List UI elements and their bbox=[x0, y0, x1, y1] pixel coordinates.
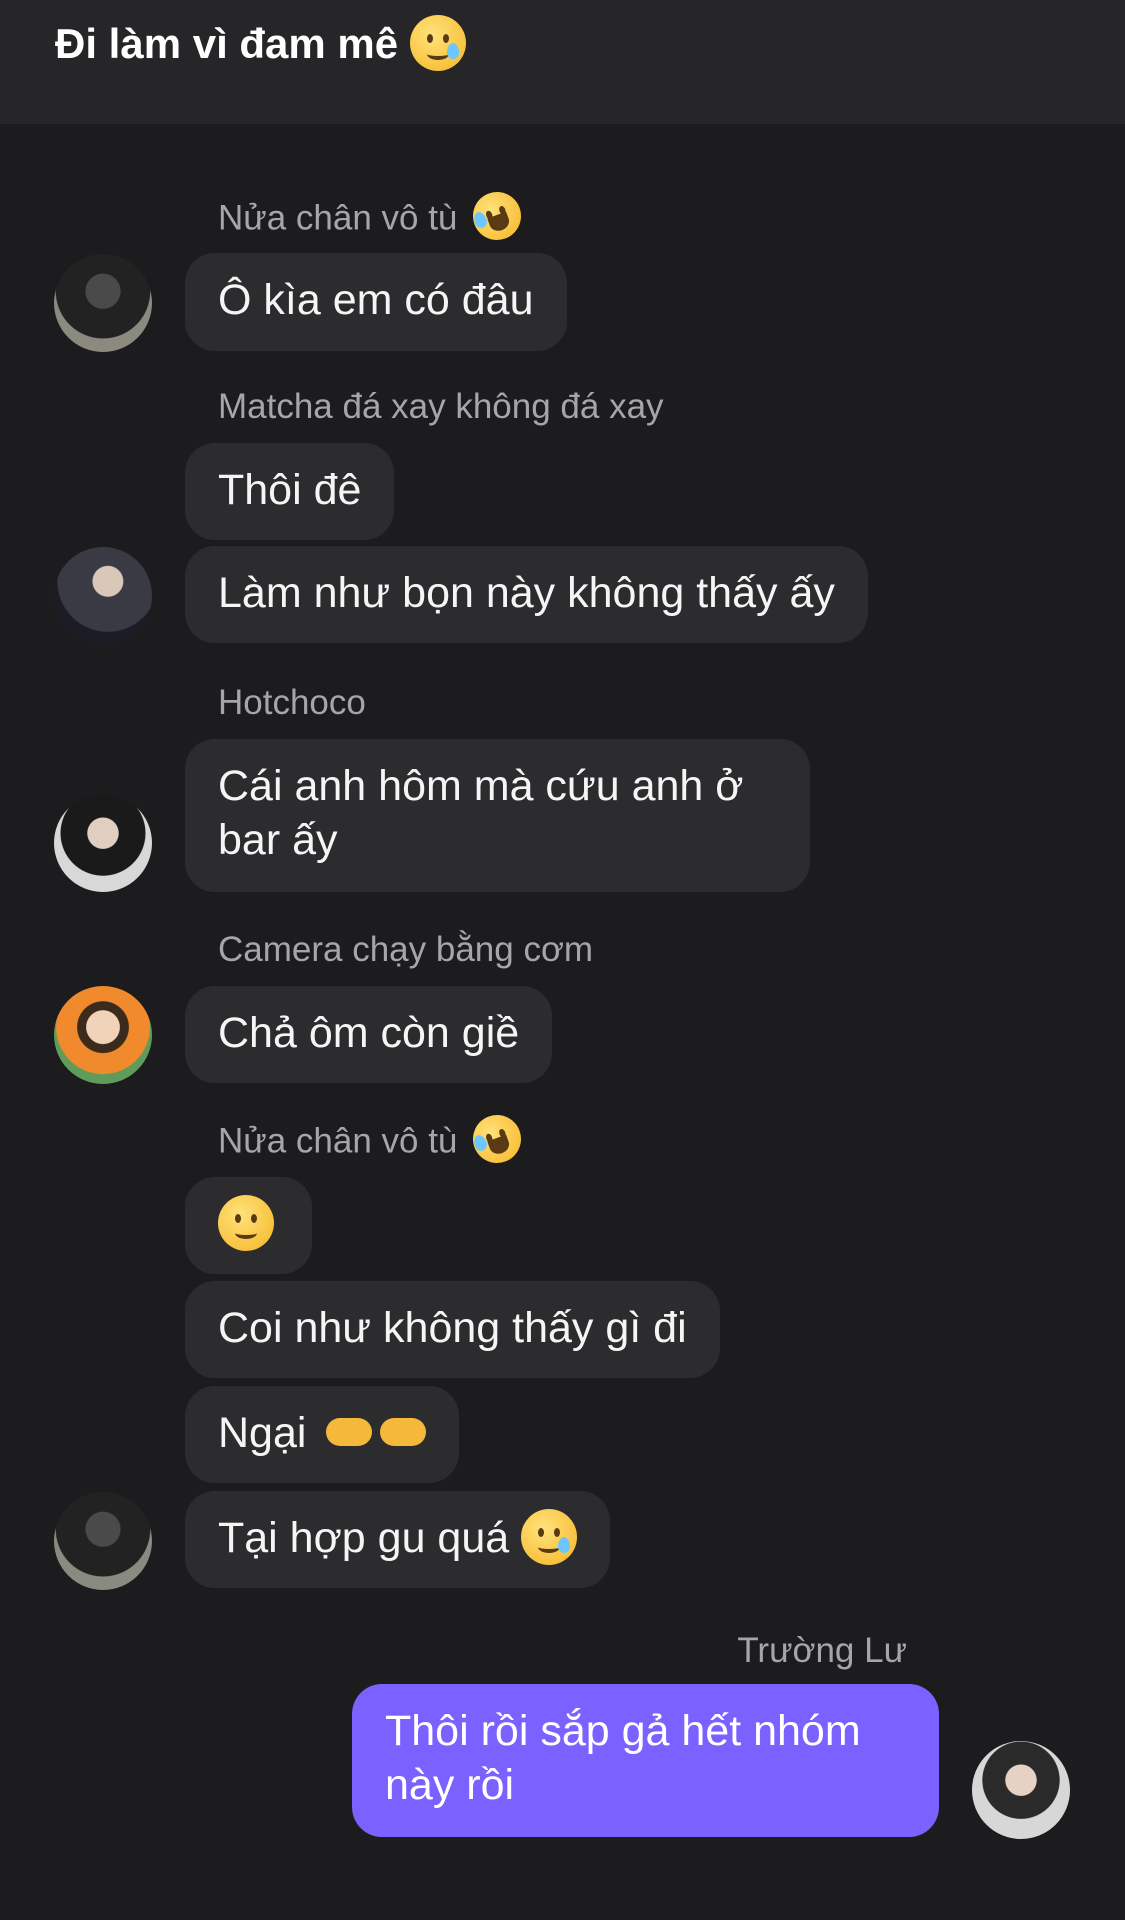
sender-name: Nửa chân vô tù bbox=[218, 1108, 528, 1170]
sender-name: Camera chạy bằng cơm bbox=[218, 930, 594, 969]
slightly-smiling-face-icon bbox=[218, 1194, 274, 1251]
message-bubble[interactable]: Làm như bọn này không thấy ấy bbox=[185, 546, 868, 643]
message-bubble[interactable]: Ô kìa em có đâu bbox=[185, 253, 567, 351]
sender-name: Trường Lư bbox=[737, 1631, 907, 1670]
rolling-on-floor-laughing-icon bbox=[466, 185, 528, 247]
avatar[interactable] bbox=[54, 547, 152, 645]
avatar[interactable] bbox=[54, 1492, 152, 1590]
message-bubble[interactable]: Thôi đê bbox=[185, 443, 395, 540]
chat-header: Đi làm vì đam mê bbox=[0, 0, 1125, 124]
message-bubble[interactable] bbox=[185, 1177, 312, 1274]
rolling-on-floor-laughing-icon bbox=[466, 1108, 528, 1170]
avatar[interactable] bbox=[54, 794, 152, 892]
index-pointing-hands-icon bbox=[318, 1409, 427, 1457]
group-title[interactable]: Đi làm vì đam mê bbox=[55, 14, 466, 75]
sender-name: Matcha đá xay không đá xay bbox=[218, 387, 664, 426]
face-holding-back-tears-icon bbox=[409, 14, 466, 71]
message-bubble[interactable]: Cái anh hôm mà cứu anh ở bar ấy bbox=[185, 739, 810, 892]
avatar[interactable] bbox=[972, 1741, 1070, 1839]
avatar[interactable] bbox=[54, 986, 152, 1084]
avatar[interactable] bbox=[54, 254, 152, 352]
message-bubble[interactable]: Tại hợp gu quá bbox=[185, 1491, 611, 1588]
message-bubble[interactable]: Coi như không thấy gì đi bbox=[185, 1281, 720, 1378]
sender-name: Nửa chân vô tù bbox=[218, 185, 528, 247]
message-bubble[interactable]: Chả ôm còn giề bbox=[185, 986, 553, 1083]
sender-name: Hotchoco bbox=[218, 683, 366, 722]
message-list[interactable]: Nửa chân vô tù Ô kìa em có đâu Matcha đá… bbox=[0, 124, 1125, 1920]
face-holding-back-tears-icon bbox=[521, 1508, 578, 1565]
group-title-text: Đi làm vì đam mê bbox=[55, 20, 399, 67]
message-bubble[interactable]: Ngại bbox=[185, 1386, 460, 1483]
message-bubble-sent[interactable]: Thôi rồi sắp gả hết nhóm này rồi bbox=[352, 1684, 939, 1837]
